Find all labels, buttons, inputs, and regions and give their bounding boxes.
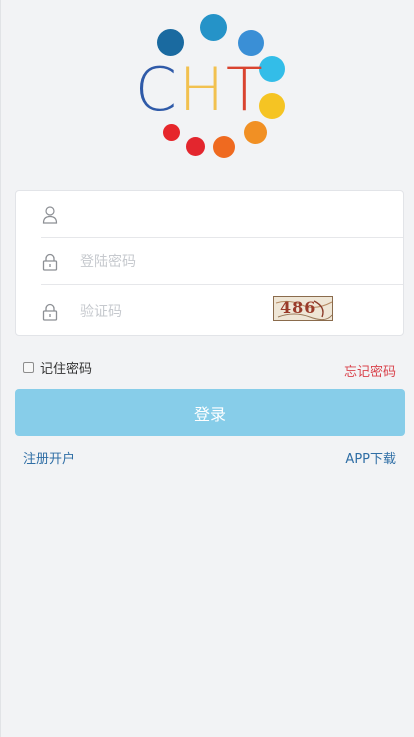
lock-icon — [42, 303, 58, 321]
logo-letter-h: H — [178, 55, 225, 125]
user-icon — [42, 206, 58, 224]
captcha-row: 486 — [16, 288, 403, 335]
password-row — [16, 238, 403, 285]
logo-letter-c: C — [135, 55, 177, 125]
row-divider — [41, 284, 403, 285]
remember-label: 记住密码 — [40, 362, 93, 377]
logo-dot — [163, 124, 180, 141]
logo-dot — [213, 136, 235, 158]
logo-dot — [200, 14, 227, 41]
logo-dot — [157, 29, 184, 56]
login-button-label: 登录 — [193, 404, 226, 424]
logo-wordmark: C H T — [135, 60, 263, 120]
captcha-image[interactable]: 486 — [273, 296, 333, 321]
username-row — [16, 191, 403, 238]
remember-checkbox[interactable] — [23, 362, 34, 373]
password-input[interactable] — [80, 248, 320, 275]
logo-dot — [259, 93, 285, 119]
register-link[interactable]: 注册开户 — [23, 448, 75, 467]
logo-dot — [238, 30, 264, 56]
username-input[interactable] — [80, 201, 320, 228]
login-button[interactable]: 登录 — [15, 389, 405, 436]
remember-password[interactable]: 记住密码 — [23, 358, 92, 377]
lock-icon — [42, 253, 58, 271]
captcha-text: 486 — [280, 298, 317, 317]
forgot-password-link[interactable]: 忘记密码 — [344, 361, 396, 380]
logo-letter-t: T — [226, 55, 263, 125]
cht-logo: C H T — [1, 0, 414, 170]
captcha-input[interactable] — [80, 298, 260, 325]
login-form-card: 486 — [15, 190, 404, 336]
logo-dot — [259, 56, 285, 82]
app-download-link[interactable]: APP下载 — [345, 448, 396, 467]
logo-dot — [186, 137, 205, 156]
